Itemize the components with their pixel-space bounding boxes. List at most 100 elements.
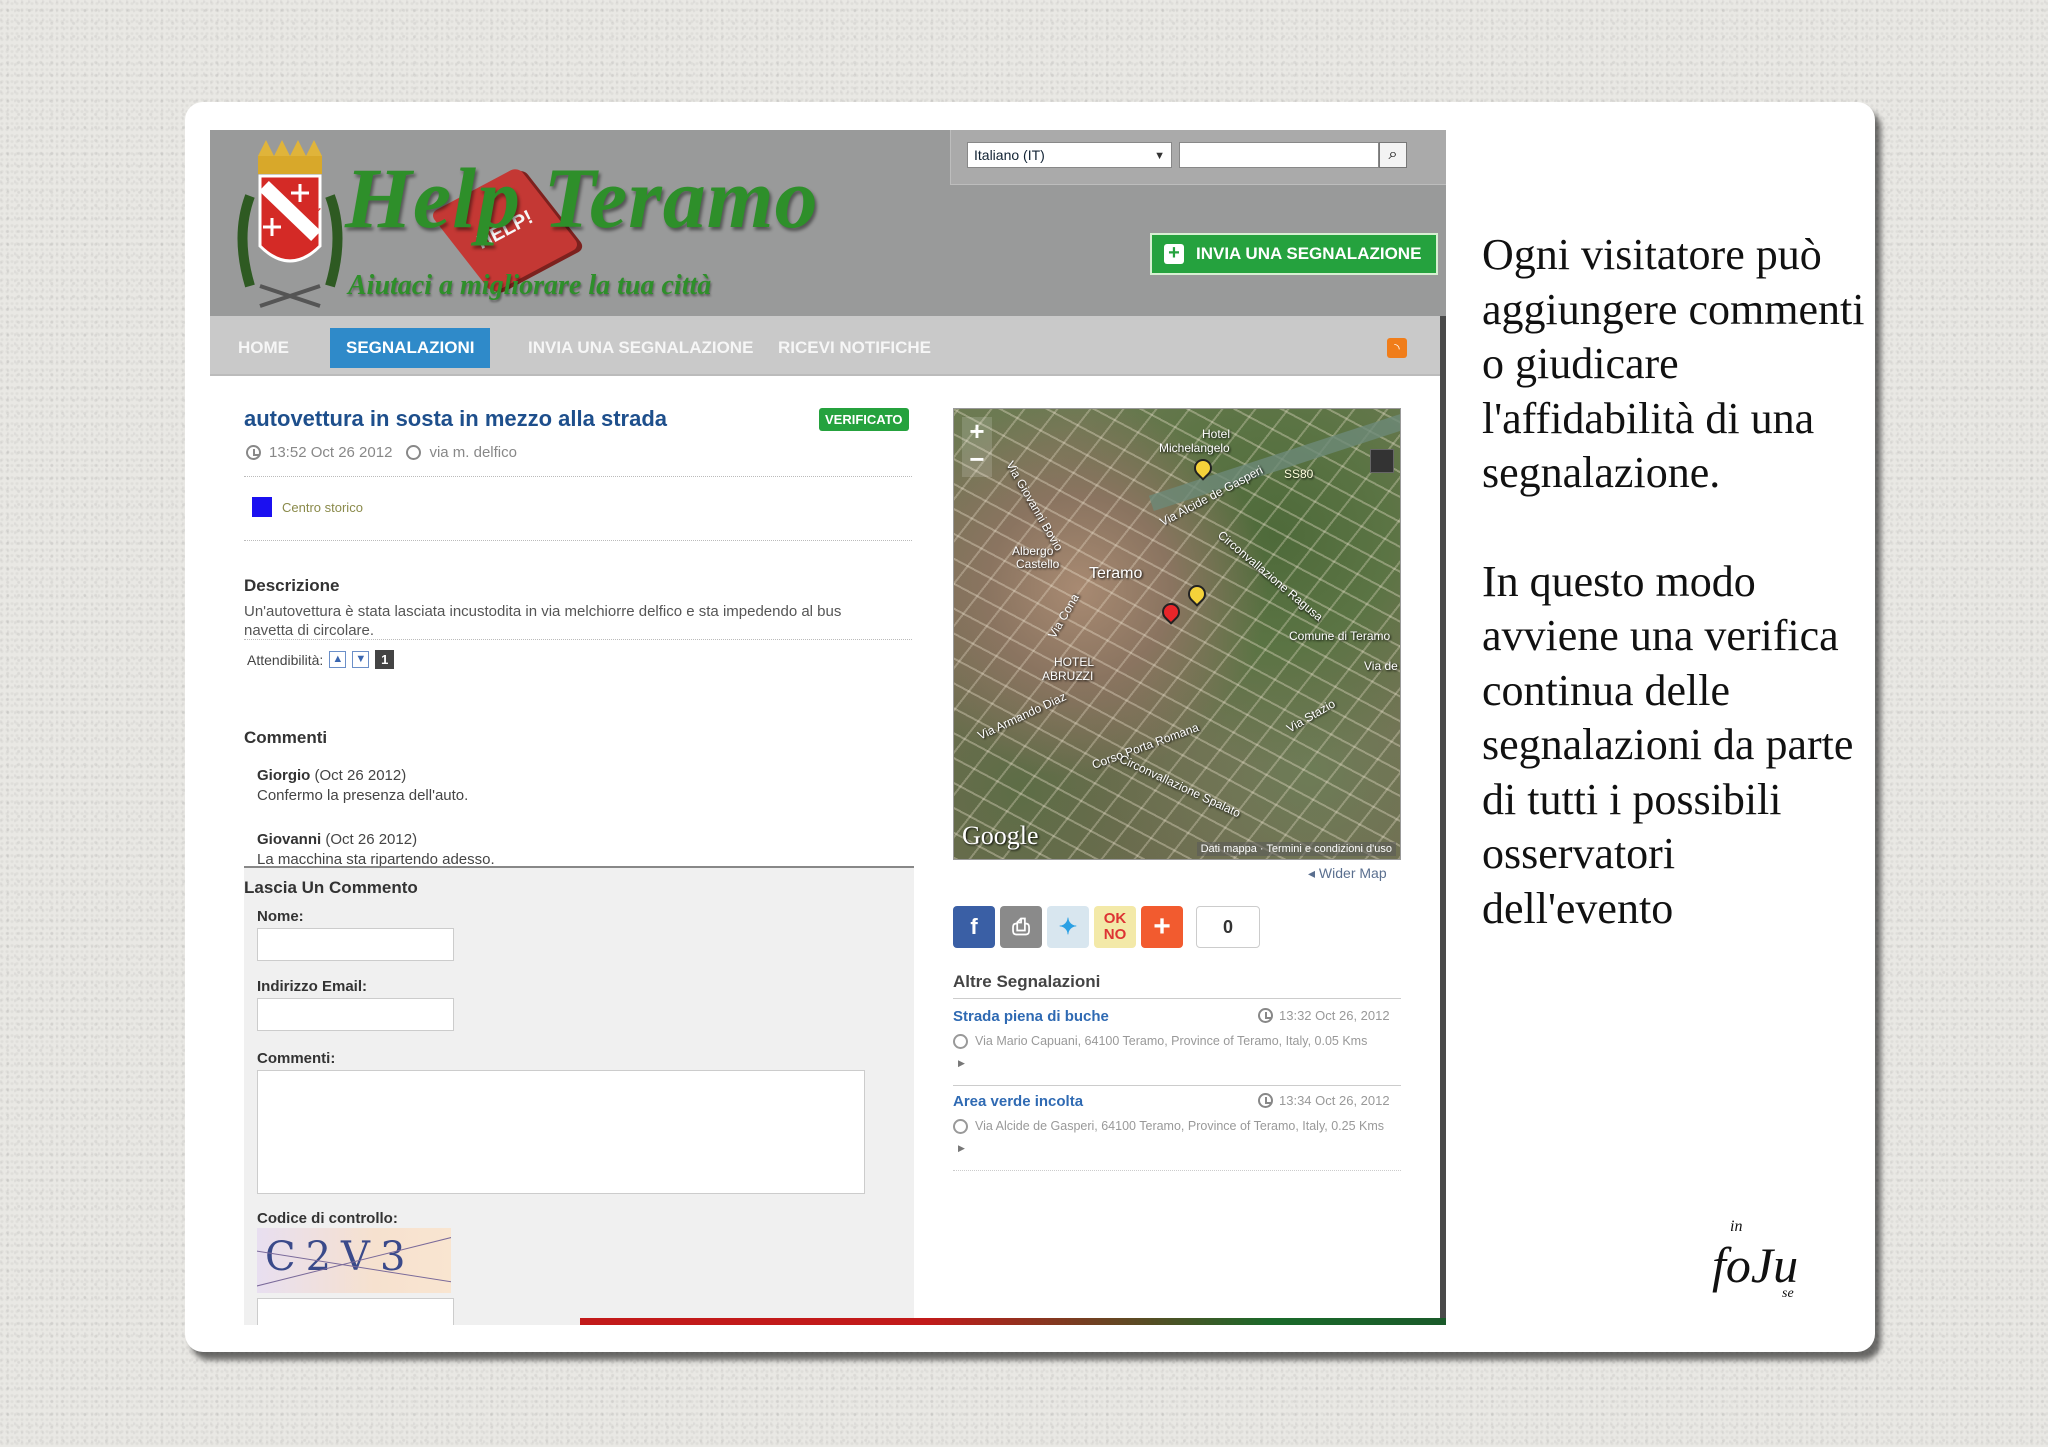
email-field[interactable] bbox=[257, 998, 454, 1031]
name-label: Nome: bbox=[257, 908, 304, 925]
map-label: Teramo bbox=[1089, 565, 1143, 582]
comment-author: Giorgio bbox=[257, 767, 311, 784]
report-meta: 13:52 Oct 26 2012 via m. delfico bbox=[246, 444, 517, 461]
map-label: Comune di Teramo bbox=[1289, 629, 1391, 643]
location-icon bbox=[406, 445, 422, 460]
ok-no-icon[interactable]: OK NO bbox=[1094, 906, 1136, 948]
form-title: Lascia Un Commento bbox=[244, 878, 418, 897]
print-icon[interactable]: ⎙ bbox=[1000, 906, 1042, 948]
zoom-out-button[interactable]: − bbox=[962, 445, 992, 473]
map-label: Via Cona bbox=[1045, 591, 1082, 641]
map-view[interactable]: + − Hotel Michelangelo Via Alcide de Gas… bbox=[953, 408, 1401, 860]
other-report-time: 13:32 Oct 26, 2012 bbox=[1258, 1008, 1390, 1023]
google-logo: Google bbox=[962, 821, 1039, 850]
comment-date: (Oct 26 2012) bbox=[325, 831, 418, 848]
expand-icon[interactable]: ▶ bbox=[958, 1139, 965, 1157]
search-icon[interactable]: ⌕ bbox=[1379, 142, 1407, 168]
report-time: 13:52 Oct 26 2012 bbox=[269, 444, 393, 461]
addthis-icon[interactable]: + bbox=[1141, 906, 1183, 948]
report-category[interactable]: Centro storico bbox=[252, 497, 363, 517]
status-badge: VERIFICATO bbox=[819, 408, 909, 431]
vote-down-icon[interactable]: ▼ bbox=[352, 651, 370, 668]
comment-item: Giovanni (Oct 26 2012) La macchina sta r… bbox=[257, 830, 495, 870]
comment-date: (Oct 26 2012) bbox=[314, 767, 407, 784]
signature-bottom: se bbox=[1782, 1286, 1794, 1301]
map-label: Via de bbox=[1364, 659, 1398, 673]
comment-author: Giovanni bbox=[257, 831, 322, 848]
email-label: Indirizzo Email: bbox=[257, 978, 368, 995]
divider bbox=[953, 1170, 1401, 1171]
facebook-icon[interactable]: f bbox=[953, 906, 995, 948]
comment-textarea[interactable] bbox=[257, 1070, 865, 1194]
rss-icon[interactable]: ◝ bbox=[1387, 338, 1407, 358]
report-address: via m. delfico bbox=[429, 444, 517, 461]
map-marker-selected-icon[interactable] bbox=[1158, 599, 1184, 625]
location-icon bbox=[953, 1034, 968, 1049]
other-report-address: ▶ Via Mario Capuani, 64100 Teramo, Provi… bbox=[953, 1032, 1393, 1068]
language-select[interactable]: Italiano (IT) ▼ bbox=[967, 142, 1172, 168]
rating-score: 1 bbox=[375, 650, 395, 669]
location-icon bbox=[953, 1119, 968, 1134]
twitter-icon[interactable]: ✦ bbox=[1047, 906, 1089, 948]
slide-caption: Ogni visitatore può aggiungere commenti … bbox=[1482, 228, 1872, 990]
map-marker-icon[interactable] bbox=[1184, 581, 1210, 607]
description-text: Un'autovettura è stata lasciata incustod… bbox=[244, 603, 842, 639]
divider bbox=[953, 998, 1401, 999]
category-color-swatch bbox=[252, 497, 272, 517]
captcha-label: Codice di controllo: bbox=[257, 1210, 398, 1227]
comment-form: Lascia Un Commento Nome: Indirizzo Email… bbox=[244, 866, 914, 1325]
nav-item-home[interactable]: HOME bbox=[222, 328, 305, 368]
description-heading: Descrizione bbox=[244, 576, 340, 595]
divider bbox=[953, 1085, 1401, 1086]
nav-item-invia[interactable]: INVIA UNA SEGNALAZIONE bbox=[512, 328, 769, 368]
wider-map-link[interactable]: ◂ Wider Map bbox=[1308, 865, 1387, 882]
other-report-link[interactable]: Strada piena di buche bbox=[953, 1008, 1109, 1025]
nav-item-segnalazioni[interactable]: SEGNALAZIONI bbox=[330, 328, 491, 368]
other-report-time-text: 13:32 Oct 26, 2012 bbox=[1279, 1008, 1390, 1023]
other-reports-heading: Altre Segnalazioni bbox=[953, 972, 1101, 991]
zoom-in-button[interactable]: + bbox=[962, 417, 992, 445]
map-river bbox=[1148, 409, 1400, 511]
signature-top: in bbox=[1730, 1218, 1743, 1235]
search-input[interactable] bbox=[1179, 142, 1379, 168]
other-report-time: 13:34 Oct 26, 2012 bbox=[1258, 1093, 1390, 1108]
map-label: Albergo bbox=[1012, 544, 1054, 558]
map-terms-link[interactable]: Dati mappa · Termini e condizioni d'uso bbox=[1196, 842, 1396, 856]
map-label: Castello bbox=[1016, 557, 1060, 571]
divider bbox=[244, 476, 912, 477]
other-report-address-text: Via Mario Capuani, 64100 Teramo, Provinc… bbox=[975, 1034, 1368, 1048]
share-counter: 0 bbox=[1196, 906, 1260, 948]
captcha-field[interactable] bbox=[257, 1298, 454, 1325]
divider bbox=[244, 639, 912, 640]
chevron-down-icon: ▼ bbox=[1154, 150, 1165, 162]
site-header: TERAMVM HELP! Help Teramo Aiutaci a migl… bbox=[210, 130, 1446, 316]
map-label: Via Stazio bbox=[1284, 696, 1338, 736]
layers-icon[interactable] bbox=[1370, 449, 1394, 473]
rating-row: Attendibilità: ▲ ▼ 1 bbox=[247, 650, 395, 669]
site-logo-title[interactable]: Help Teramo bbox=[345, 148, 819, 248]
map-label: SS80 bbox=[1284, 467, 1314, 481]
frame-border bbox=[1440, 316, 1446, 1325]
map-zoom-control: + − bbox=[962, 417, 992, 477]
map-label: HOTEL bbox=[1054, 655, 1095, 669]
vote-up-icon[interactable]: ▲ bbox=[329, 651, 347, 668]
share-bar: f ⎙ ✦ OK NO + 0 bbox=[953, 906, 1260, 948]
report-title: autovettura in sosta in mezzo alla strad… bbox=[244, 406, 668, 431]
map-label: Circonvallazione Ragusa bbox=[1215, 527, 1326, 625]
send-report-label: INVIA UNA SEGNALAZIONE bbox=[1196, 244, 1422, 263]
divider bbox=[244, 540, 912, 541]
map-label: Via Giovanni Bovio bbox=[1003, 458, 1066, 554]
other-report-link[interactable]: Area verde incolta bbox=[953, 1093, 1083, 1110]
other-report-address-text: Via Alcide de Gasperi, 64100 Teramo, Pro… bbox=[975, 1119, 1385, 1133]
nav-item-notifiche[interactable]: RICEVI NOTIFICHE bbox=[762, 328, 947, 368]
caption-paragraph: Ogni visitatore può aggiungere commenti … bbox=[1482, 230, 1865, 497]
name-field[interactable] bbox=[257, 928, 454, 961]
category-label: Centro storico bbox=[282, 499, 363, 515]
clock-icon bbox=[1258, 1093, 1273, 1108]
map-label: Hotel bbox=[1202, 427, 1231, 441]
other-report-time-text: 13:34 Oct 26, 2012 bbox=[1279, 1093, 1390, 1108]
expand-icon[interactable]: ▶ bbox=[958, 1054, 965, 1072]
signature-main: foJu bbox=[1712, 1237, 1799, 1293]
map-label: Circonvallazione Spalato bbox=[1117, 751, 1243, 821]
send-report-button[interactable]: + INVIA UNA SEGNALAZIONE bbox=[1150, 233, 1438, 275]
